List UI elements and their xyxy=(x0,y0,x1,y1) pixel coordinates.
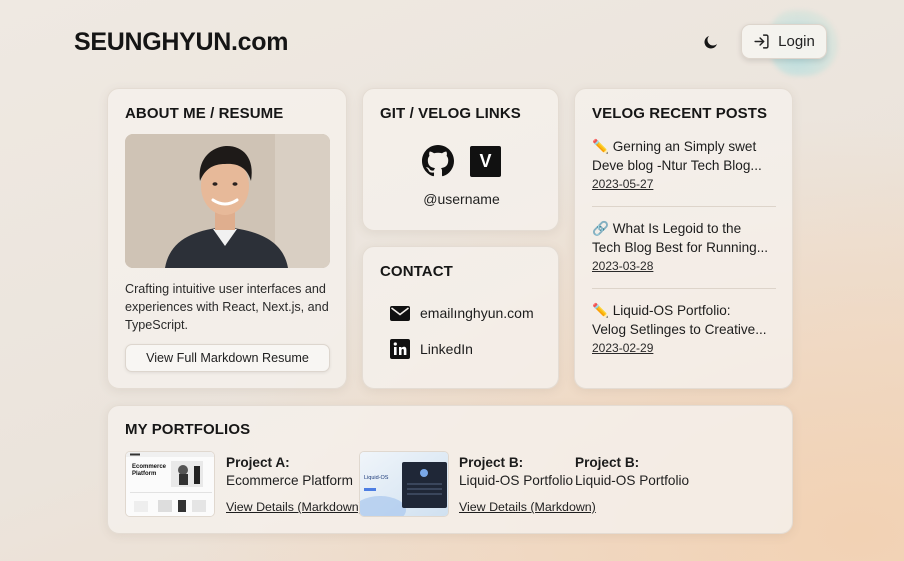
post-title-line: 🔗 What Is Legoid to the xyxy=(592,221,742,236)
login-label: Login xyxy=(778,33,815,50)
project-b-thumb-heading: Liquid-OS xyxy=(364,475,389,481)
velog-posts-title: VELOG RECENT POSTS xyxy=(592,105,768,122)
pencil-icon: ✏️ xyxy=(592,303,609,318)
project-a-thumbnail[interactable]: Ecommerce Platform xyxy=(125,451,215,517)
contact-title: CONTACT xyxy=(380,263,453,280)
post-title-line: ✏️ Gerning an Simply swet xyxy=(592,139,757,154)
portfolios-title: MY PORTFOLIOS xyxy=(125,421,251,438)
site-title[interactable]: SEUNGHYUN.com xyxy=(74,28,289,57)
about-description: Crafting intuitive user interfaces and e… xyxy=(125,282,329,332)
post-item[interactable]: 🔗 What Is Legoid to the Tech Blog Best f… xyxy=(592,219,776,275)
git-velog-card: GIT / VELOG LINKS V @username xyxy=(362,88,559,231)
post-date: 2023-05-27 xyxy=(592,177,654,191)
project-b-name: Project B: xyxy=(459,455,524,470)
profile-photo xyxy=(125,134,330,268)
project-a-name: Project A: xyxy=(226,455,290,470)
project-b-description: Liquid-OS Portfolio xyxy=(459,473,574,488)
linkedin-link[interactable]: LinkedIn xyxy=(390,339,473,359)
post-date: 2023-03-28 xyxy=(592,259,654,273)
post-title-line: Deve blog -Ntur Tech Blog... xyxy=(592,158,762,173)
project-b-details-link[interactable]: View Details (Markdown) xyxy=(459,500,596,514)
github-link[interactable] xyxy=(422,145,454,177)
project-a-thumb-heading: Ecommerce Platform xyxy=(132,464,167,477)
about-title: ABOUT ME / RESUME xyxy=(125,105,284,122)
about-card: ABOUT ME / RESUME Crafting intuitive use… xyxy=(107,88,347,389)
post-title-line: ✏️ Liquid-OS Portfolio: xyxy=(592,303,731,318)
post-date: 2023-02-29 xyxy=(592,341,654,355)
linkedin-icon xyxy=(390,339,410,359)
mail-icon xyxy=(390,305,410,321)
velog-link[interactable]: V xyxy=(470,146,501,177)
velog-posts-card: VELOG RECENT POSTS ✏️ Gerning an Simply … xyxy=(574,88,793,389)
post-item[interactable]: ✏️ Gerning an Simply swet Deve blog -Ntu… xyxy=(592,137,776,193)
pencil-icon: ✏️ xyxy=(592,139,609,154)
github-icon xyxy=(422,145,454,177)
project-a-details-link[interactable]: View Details (Markdown) xyxy=(226,500,363,514)
moon-icon xyxy=(704,36,717,49)
project-c-name: Project B: xyxy=(575,455,640,470)
post-item[interactable]: ✏️ Liquid-OS Portfolio: Velog Setlinges … xyxy=(592,301,776,357)
project-a-description: Ecommerce Platform xyxy=(226,473,353,488)
post-title-line: Velog Setlinges to Creative... xyxy=(592,322,767,337)
username-label: @username xyxy=(423,191,500,207)
divider xyxy=(592,288,776,289)
project-b-thumbnail[interactable]: Liquid-OS xyxy=(359,451,449,517)
login-icon xyxy=(754,34,769,49)
portfolios-card: MY PORTFOLIOS Ecommerce Platform Project… xyxy=(107,405,793,534)
contact-card: CONTACT emailınghyun.com LinkedIn xyxy=(362,246,559,389)
login-button[interactable]: Login xyxy=(741,24,827,59)
divider xyxy=(592,206,776,207)
link-icon: 🔗 xyxy=(592,221,609,236)
dark-mode-toggle[interactable] xyxy=(700,31,722,53)
git-velog-title: GIT / VELOG LINKS xyxy=(380,105,521,122)
velog-icon: V xyxy=(479,151,492,171)
post-title-line: Tech Blog Best for Running... xyxy=(592,240,769,255)
project-c-description: Liquid-OS Portfolio xyxy=(575,473,690,488)
email-label: emailınghyun.com xyxy=(420,305,534,321)
email-link[interactable]: emailınghyun.com xyxy=(390,305,534,321)
view-resume-button[interactable]: View Full Markdown Resume xyxy=(125,344,330,372)
linkedin-label: LinkedIn xyxy=(420,341,473,357)
